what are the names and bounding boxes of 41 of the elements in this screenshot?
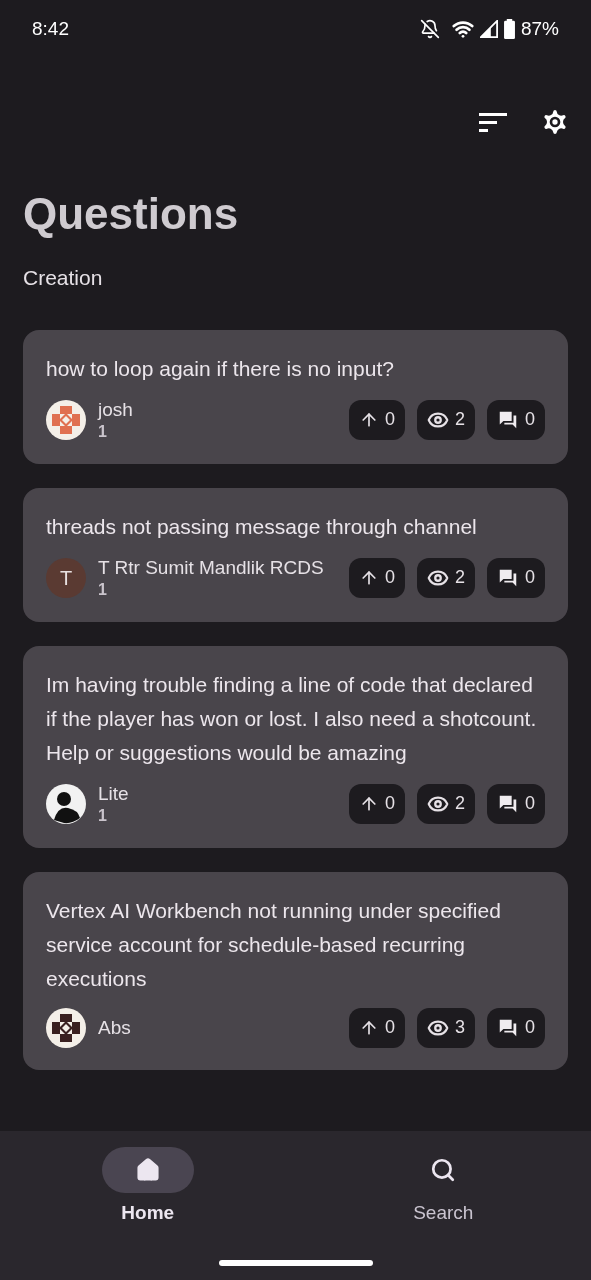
author-name: Lite [98,781,130,806]
question-card[interactable]: Vertex AI Workbench not running under specified service account for schedule-based recurring executions Abs 0 3 0 [23,871,568,1070]
reputation: 1 [98,805,108,826]
view-count: 2 [416,783,475,824]
battery-icon [503,19,515,39]
question-title: how to loop again if there is no input? [46,355,395,382]
answer-count: 0 [487,399,545,440]
question-card[interactable]: Im having trouble finding a line of code that declared if the player has won or lost. I also need a shotcount. Help or suggestions would be amazing Lite 1 0 2 0 [23,645,568,848]
upvote-count: 0 [348,1007,405,1048]
upvote-count: 0 [348,557,405,598]
answer-count: 0 [487,557,545,598]
user-avatar: T [46,557,86,598]
question-card[interactable]: how to loop again if there is no input? josh 1 0 2 0 [23,329,568,464]
upvote-count: 0 [348,783,405,824]
question-card[interactable]: threads not passing message through channel T T Rtr Sumit Mandlik RCDS 1 0 2 0 [23,487,568,622]
bell-off-icon [419,19,440,39]
upvote-count: 0 [348,399,405,440]
question-title: threads not passing message through channel [46,513,478,540]
status-time: 8:42 [32,16,69,41]
category-label: Creation [23,265,104,291]
reputation: 1 [98,579,108,600]
search-icon [430,1157,457,1183]
view-count: 2 [416,399,475,440]
question-title: Im having trouble finding a line of code that declared if the player has won or lost. I also need a shotcount. Help or suggestions would be amazing [46,671,538,766]
reputation: 1 [98,421,108,442]
author-name: T Rtr Sumit Mandlik RCDS [98,555,325,580]
wifi-icon [451,18,474,40]
view-count: 3 [416,1007,475,1048]
view-count: 2 [416,557,475,598]
answer-count: 0 [487,783,545,824]
author-name: Abs [98,1015,132,1040]
author-name: josh [98,397,134,422]
page-title: Questions [23,192,240,236]
battery-percent: 87% [520,16,559,41]
nav-tab[interactable]: Home [77,1147,218,1228]
sort-icon[interactable] [479,110,507,134]
nav-tab[interactable]: Search [373,1147,514,1228]
question-title: Vertex AI Workbench not running under specified service account for schedule-based recurring executions [46,897,502,992]
home-icon [134,1157,161,1183]
signal-icon [479,20,498,38]
answer-count: 0 [487,1007,545,1048]
